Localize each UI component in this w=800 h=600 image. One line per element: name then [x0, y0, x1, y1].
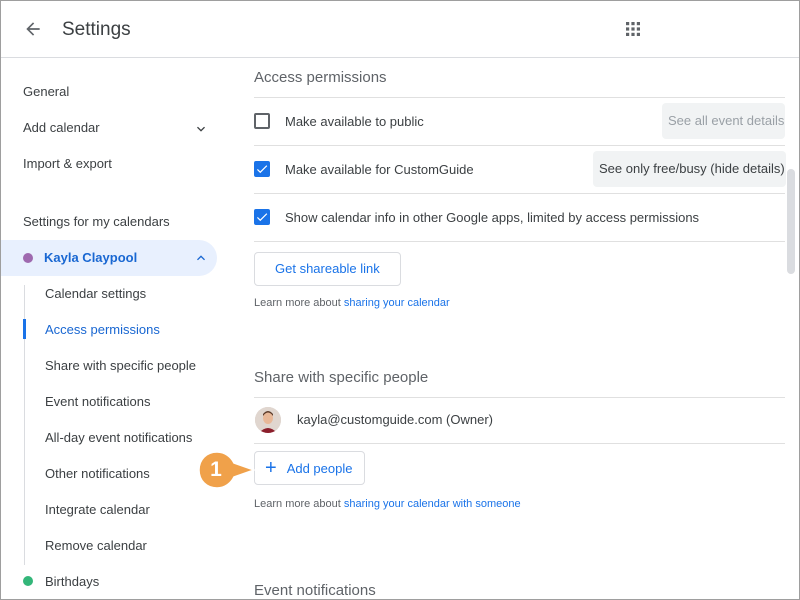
section-title-share-specific: Share with specific people	[254, 369, 429, 386]
callout-number: 1	[210, 458, 222, 481]
calendar-color-dot	[23, 253, 33, 263]
page-title: Settings	[62, 19, 131, 40]
sidebar-item-import-export[interactable]: Import & export	[23, 155, 112, 173]
learn-more-prefix: Learn more about	[254, 297, 344, 309]
public-label: Make available to public	[285, 114, 424, 129]
divider	[254, 443, 785, 444]
sidebar-item-all-day-notifications[interactable]: All-day event notifications	[45, 429, 192, 447]
arrow-left-icon	[26, 22, 40, 36]
learn-more-prefix: Learn more about	[254, 498, 344, 510]
active-indicator	[23, 319, 26, 339]
add-people-label: Add people	[286, 460, 353, 476]
scrollbar-thumb[interactable]	[787, 169, 795, 274]
calendar-name: Kayla Claypool	[44, 250, 138, 265]
learn-more-sharing: Learn more about sharing your calendar	[254, 296, 450, 310]
sidebar-item-event-notifications[interactable]: Event notifications	[45, 393, 151, 411]
google-apps-label: Show calendar info in other Google apps,…	[285, 210, 700, 225]
apps-grid-icon	[626, 22, 640, 36]
divider	[254, 193, 785, 194]
sidebar-item-calendar-settings[interactable]: Calendar settings	[45, 285, 146, 303]
top-bar: Settings	[1, 1, 799, 58]
sidebar-item-general[interactable]: General	[23, 83, 69, 101]
org-checkbox[interactable]	[254, 161, 270, 177]
sidebar-item-other-notifications[interactable]: Other notifications	[45, 465, 150, 483]
divider	[254, 97, 785, 98]
add-people-button[interactable]: + Add people	[254, 451, 366, 485]
sharing-your-calendar-link[interactable]: sharing your calendar	[344, 297, 450, 309]
calendar-color-dot	[23, 576, 33, 586]
plus-icon: +	[265, 457, 277, 479]
learn-more-share-someone: Learn more about sharing your calendar w…	[254, 497, 521, 511]
divider	[254, 145, 785, 146]
public-visibility-select[interactable]: See all event details	[662, 103, 785, 139]
avatar	[255, 407, 281, 433]
settings-window: Settings General Add calendar Import & e…	[0, 0, 800, 600]
sidebar-item-birthdays[interactable]: Birthdays	[45, 573, 99, 591]
sidebar-item-add-calendar[interactable]: Add calendar	[23, 119, 100, 137]
checkmark-icon	[256, 165, 268, 174]
divider	[254, 397, 785, 398]
sidebar-item-share-specific-people[interactable]: Share with specific people	[45, 357, 196, 375]
sidebar-section-my-calendars: Settings for my calendars	[23, 214, 170, 229]
sharing-with-someone-link[interactable]: sharing your calendar with someone	[344, 498, 521, 510]
checkmark-icon	[256, 213, 268, 222]
sidebar-item-kayla-claypool[interactable]: Kayla Claypool	[1, 240, 217, 276]
chevron-up-icon[interactable]	[193, 250, 209, 266]
google-apps-checkbox[interactable]	[254, 209, 270, 225]
sidebar-item-remove-calendar[interactable]: Remove calendar	[45, 537, 147, 555]
sidebar-item-access-permissions[interactable]: Access permissions	[45, 321, 160, 339]
org-label: Make available for CustomGuide	[285, 162, 474, 177]
settings-sidebar: General Add calendar Import & export Set…	[1, 59, 233, 599]
public-checkbox[interactable]	[254, 113, 270, 129]
settings-content: Access permissions Make available to pub…	[233, 59, 799, 599]
get-shareable-link-button[interactable]: Get shareable link	[254, 252, 401, 286]
divider	[254, 241, 785, 242]
section-title-access-permissions: Access permissions	[254, 69, 387, 86]
sidebar-item-integrate-calendar[interactable]: Integrate calendar	[45, 501, 150, 519]
apps-button[interactable]	[619, 15, 647, 43]
person-avatar-icon	[255, 407, 281, 433]
chevron-down-icon[interactable]	[193, 121, 209, 137]
step-callout: 1	[198, 451, 256, 489]
section-title-event-notifications: Event notifications	[254, 582, 376, 599]
back-button[interactable]	[19, 15, 47, 43]
shared-person-email: kayla@customguide.com (Owner)	[297, 412, 493, 427]
org-visibility-select[interactable]: See only free/busy (hide details)	[593, 151, 786, 187]
